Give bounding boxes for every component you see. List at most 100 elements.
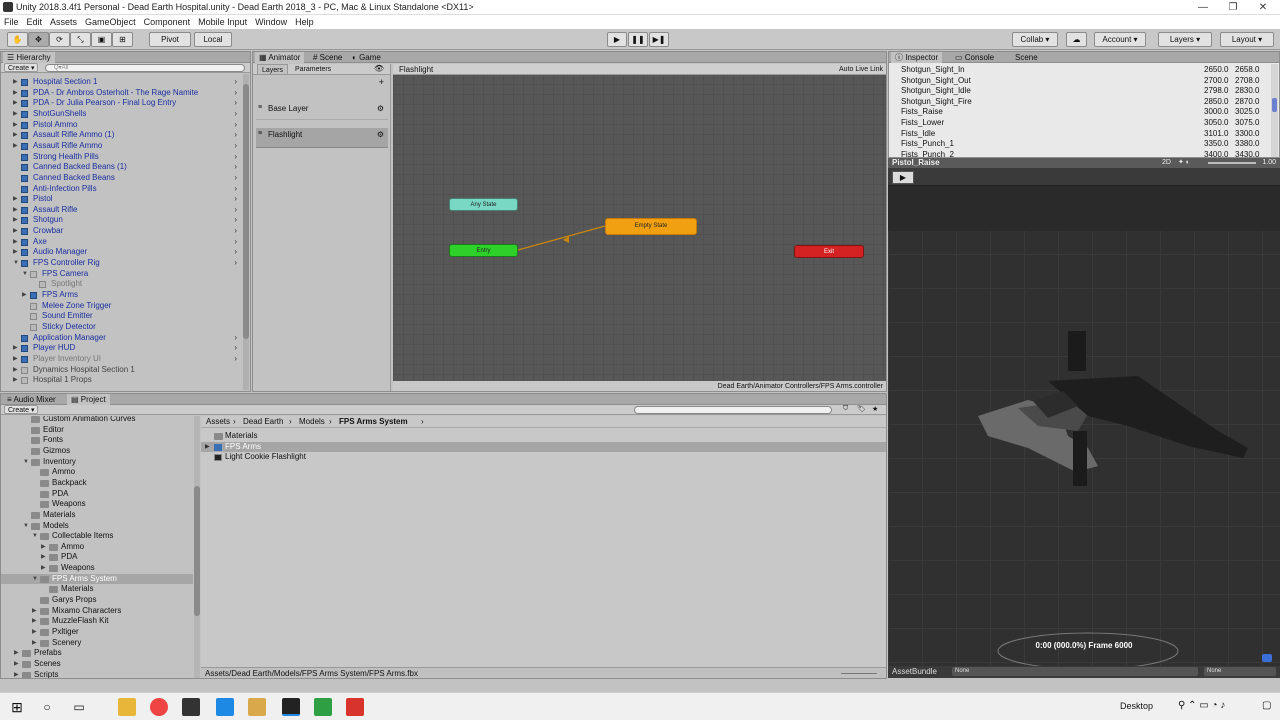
chevron-right-icon[interactable]: ›	[234, 130, 237, 140]
tab-console[interactable]: ▭ Console	[951, 52, 998, 63]
chevron-right-icon[interactable]: ›	[234, 152, 237, 162]
maximize-button[interactable]: ❐	[1218, 1, 1248, 14]
menu-mobile-input[interactable]: Mobile Input	[194, 15, 251, 29]
tab-parameters[interactable]: Parameters	[291, 64, 335, 75]
expand-arrow-icon[interactable]: ▶	[32, 616, 37, 626]
project-folder-item[interactable]: Ammo	[1, 467, 193, 477]
expand-arrow-icon[interactable]: ▶	[13, 375, 19, 385]
hierarchy-item[interactable]: Application Manager ›	[1, 333, 241, 343]
menu-assets[interactable]: Assets	[46, 15, 81, 29]
expand-arrow-icon[interactable]: ▶	[14, 659, 19, 669]
hierarchy-item[interactable]: ▶ Player HUD ›	[1, 343, 241, 353]
play-button[interactable]: ▶	[607, 32, 627, 47]
hierarchy-item[interactable]: ▶ ShotGunShells ›	[1, 109, 241, 119]
project-folder-item[interactable]: ▶ MuzzleFlash Kit	[1, 616, 193, 626]
scale-tool-button[interactable]: ⤡	[70, 32, 91, 47]
project-folder-item[interactable]: Weapons	[1, 499, 193, 509]
menu-help[interactable]: Help	[291, 15, 318, 29]
project-tree-scroll-thumb[interactable]	[194, 486, 200, 616]
desktop-label[interactable]: Desktop	[1120, 701, 1153, 711]
expand-arrow-icon[interactable]: ▶	[41, 563, 46, 573]
assetbundle-variant-dropdown[interactable]: None	[1204, 667, 1276, 676]
expand-arrow-icon[interactable]: ▶	[13, 98, 19, 108]
layer-base[interactable]: ≡ Base Layer ⚙	[256, 102, 388, 120]
expand-arrow-icon[interactable]: ▶	[13, 77, 19, 87]
menu-file[interactable]: File	[0, 15, 23, 29]
chevron-right-icon[interactable]: ›	[234, 77, 237, 87]
chevron-right-icon[interactable]: ›	[234, 184, 237, 194]
project-create-button[interactable]: Create ▾	[4, 405, 39, 414]
project-folder-item[interactable]: Backpack	[1, 478, 193, 488]
chevron-right-icon[interactable]: ›	[234, 205, 237, 215]
hierarchy-item[interactable]: Sticky Detector	[1, 322, 241, 332]
hierarchy-item[interactable]: Canned Backed Beans ›	[1, 173, 241, 183]
preview-play-button[interactable]: ▶	[892, 171, 914, 184]
project-folder-item[interactable]: PDA	[1, 489, 193, 499]
file-light-cookie[interactable]: Light Cookie Flashlight	[201, 452, 886, 462]
hierarchy-item[interactable]: Sound Emitter	[1, 311, 241, 321]
tab-hierarchy[interactable]: ☰ Hierarchy	[3, 52, 55, 63]
camtasia-icon[interactable]	[346, 698, 364, 716]
project-folder-item[interactable]: ▼ Models	[1, 521, 193, 531]
chevron-right-icon[interactable]: ›	[234, 173, 237, 183]
step-button[interactable]: ▶❚	[649, 32, 669, 47]
clip-row[interactable]: Fists_Idle 3101.0 3300.0	[889, 129, 1269, 140]
expand-arrow-icon[interactable]: ▶	[13, 343, 19, 353]
hierarchy-item[interactable]: ▶ Assault Rifle Ammo ›	[1, 141, 241, 151]
clip-row[interactable]: Fists_Raise 3000.0 3025.0	[889, 107, 1269, 118]
chevron-right-icon[interactable]: ›	[234, 258, 237, 268]
project-folder-item[interactable]: Custom Animation Curves	[1, 416, 193, 424]
collapse-arrow-icon[interactable]: ▼	[23, 457, 29, 467]
clip-row[interactable]: Shotgun_Sight_Fire 2850.0 2870.0	[889, 97, 1269, 108]
hierarchy-item[interactable]: Canned Backed Beans (1) ›	[1, 162, 241, 172]
local-toggle[interactable]: Local	[194, 32, 232, 47]
expand-arrow-icon[interactable]: ▶	[13, 120, 19, 130]
project-folder-item[interactable]: Gizmos	[1, 446, 193, 456]
file-fps-arms[interactable]: ▶ FPS Arms	[201, 442, 886, 452]
rotate-tool-button[interactable]: ⟳	[49, 32, 70, 47]
hierarchy-item[interactable]: Spotlight	[1, 279, 241, 289]
hierarchy-item[interactable]: ▶ Hospital Section 1 ›	[1, 77, 241, 87]
close-button[interactable]: ✕	[1248, 1, 1278, 14]
menu-window[interactable]: Window	[251, 15, 291, 29]
project-folder-item[interactable]: ▼ Collectable Items	[1, 531, 193, 541]
hierarchy-item[interactable]: ▶ PDA - Dr Ambros Osterholt - The Rage Na…	[1, 88, 241, 98]
project-folder-item[interactable]: ▶ Ammo	[1, 542, 193, 552]
clip-row[interactable]: Shotgun_Sight_Idle 2798.0 2830.0	[889, 86, 1269, 97]
project-folder-item[interactable]: ▶ Mixamo Characters	[1, 606, 193, 616]
preview-viewport[interactable]: 0:00 (000.0%) Frame 6000	[888, 186, 1280, 666]
expand-arrow-icon[interactable]: ▶	[32, 638, 37, 648]
file-materials[interactable]: Materials	[201, 431, 886, 441]
expand-arrow-icon[interactable]: ▶	[13, 354, 19, 364]
filter-label-icon[interactable]: 🏷	[857, 405, 866, 413]
clip-row[interactable]: Shotgun_Sight_Out 2700.0 2708.0	[889, 76, 1269, 87]
tab-animator[interactable]: ▦ Animator	[255, 52, 305, 63]
account-dropdown[interactable]: Account ▾	[1094, 32, 1146, 47]
hierarchy-scrollbar[interactable]	[243, 74, 249, 390]
search-icon[interactable]: ○	[38, 698, 56, 716]
minimize-button[interactable]: —	[1188, 1, 1218, 14]
hierarchy-item[interactable]: ▶ Assault Rifle ›	[1, 205, 241, 215]
app-icon-folder[interactable]	[248, 698, 266, 716]
unity-hub-icon[interactable]	[182, 698, 200, 716]
expand-arrow-icon[interactable]: ▶	[13, 215, 19, 225]
hierarchy-item[interactable]: ▶ Pistol ›	[1, 194, 241, 204]
project-search-input[interactable]	[634, 406, 832, 414]
file-explorer-icon[interactable]	[118, 698, 136, 716]
empty-state-node[interactable]: Empty State	[605, 218, 697, 235]
expand-arrow-icon[interactable]: ▶	[13, 237, 19, 247]
hierarchy-item[interactable]: ▶ Shotgun ›	[1, 215, 241, 225]
hierarchy-item[interactable]: ▶ Axe ›	[1, 237, 241, 247]
project-folder-item[interactable]: ▶ Scenes	[1, 659, 193, 669]
chevron-right-icon[interactable]: ›	[234, 194, 237, 204]
project-folder-item[interactable]: ▶ Scripts	[1, 670, 193, 678]
tab-layers[interactable]: Layers	[257, 64, 289, 74]
app-icon-blue[interactable]	[216, 698, 234, 716]
unity-editor-icon[interactable]	[282, 698, 300, 716]
expand-arrow-icon[interactable]: ▶	[41, 552, 46, 562]
expand-arrow-icon[interactable]: ▶	[13, 247, 19, 257]
chevron-right-icon[interactable]: ›	[234, 162, 237, 172]
project-folder-item[interactable]: Editor	[1, 425, 193, 435]
hierarchy-item[interactable]: ▶ Assault Rifle Ammo (1) ›	[1, 130, 241, 140]
eye-icon[interactable]: 👁	[374, 64, 384, 73]
